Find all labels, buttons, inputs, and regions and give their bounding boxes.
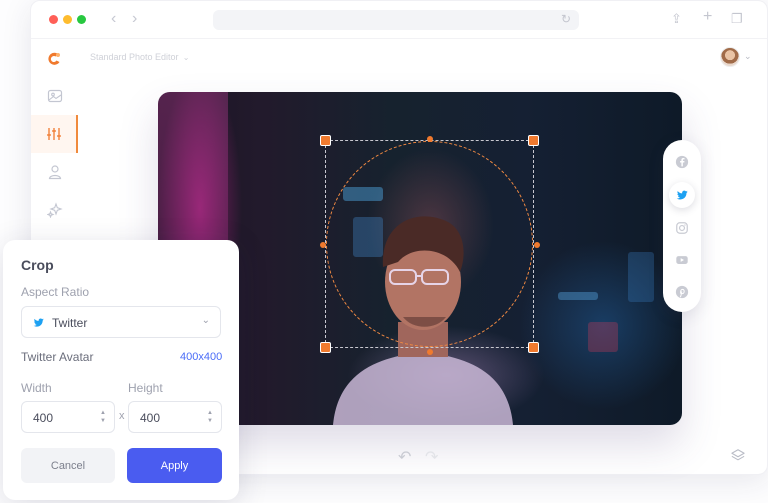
reload-icon[interactable]: ↻ [561, 12, 571, 26]
social-youtube-button[interactable] [669, 247, 695, 273]
cancel-button[interactable]: Cancel [21, 448, 115, 483]
editor-mode-dropdown[interactable]: Standard Photo Editor ⌄ [90, 52, 190, 62]
crop-handle-bottom[interactable] [427, 349, 433, 355]
maximize-window-button[interactable] [77, 15, 86, 24]
forward-arrow-icon[interactable]: › [132, 10, 137, 28]
stepper-arrows-icon[interactable]: ▲ ▼ [100, 409, 106, 425]
chevron-down-icon: ⌄ [180, 53, 190, 62]
crop-panel-title: Crop [21, 257, 54, 273]
minimize-window-button[interactable] [63, 15, 72, 24]
undo-icon[interactable]: ↶ [398, 447, 411, 467]
crop-selection[interactable] [325, 140, 534, 348]
bokeh-light [558, 292, 598, 300]
new-tab-icon[interactable]: + [703, 8, 712, 26]
redo-icon[interactable]: ↷ [425, 447, 438, 467]
app-logo-icon [48, 52, 60, 65]
youtube-icon [676, 256, 688, 264]
address-bar[interactable]: ↻ [213, 10, 579, 30]
sidebar-item-adjust[interactable] [31, 115, 78, 153]
width-label: Width [21, 381, 52, 395]
facebook-icon [675, 155, 689, 169]
apply-button[interactable]: Apply [127, 448, 222, 483]
width-value: 400 [33, 411, 54, 425]
avatar-chevron-icon[interactable]: ⌄ [744, 51, 752, 62]
preset-label: Twitter Avatar [21, 350, 94, 364]
social-facebook-button[interactable] [669, 149, 695, 175]
crop-handle-left[interactable] [320, 242, 326, 248]
social-instagram-button[interactable] [669, 215, 695, 241]
tabs-overview-icon[interactable]: ❐ [731, 11, 743, 27]
dimension-separator: x [119, 410, 125, 422]
instagram-icon [676, 222, 688, 234]
height-label: Height [128, 381, 163, 395]
height-value: 400 [140, 411, 161, 425]
sidebar [31, 39, 78, 259]
user-icon [48, 165, 61, 180]
twitter-icon [676, 190, 688, 200]
close-window-button[interactable] [49, 15, 58, 24]
layers-icon[interactable] [731, 448, 745, 462]
crop-panel: Crop Aspect Ratio Twitter ⌄ Twitter Avat… [3, 240, 239, 500]
editor-mode-label: Standard Photo Editor [90, 52, 179, 62]
share-icon[interactable]: ⇪ [671, 11, 682, 27]
crop-handle-right[interactable] [534, 242, 540, 248]
sidebar-item-effects[interactable] [31, 191, 78, 229]
pinterest-icon [675, 285, 689, 299]
width-input[interactable]: 400 ▲ ▼ [21, 401, 115, 433]
social-preset-bar [663, 140, 701, 312]
crop-handle-bottom-left[interactable] [320, 342, 331, 353]
aspect-ratio-label: Aspect Ratio [21, 285, 90, 299]
aspect-ratio-select[interactable]: Twitter ⌄ [21, 306, 221, 338]
aspect-ratio-value: Twitter [52, 316, 88, 330]
crop-handle-top-left[interactable] [320, 135, 331, 146]
chevron-down-icon: ⌄ [201, 315, 210, 326]
sparkle-icon [46, 202, 63, 218]
bokeh-light [588, 322, 618, 352]
avatar[interactable] [720, 47, 740, 67]
preset-size: 400x400 [180, 351, 223, 363]
crop-handle-top-right[interactable] [528, 135, 539, 146]
image-icon [47, 89, 62, 103]
back-arrow-icon[interactable]: ‹ [111, 10, 116, 28]
height-input[interactable]: 400 ▲ ▼ [128, 401, 222, 433]
sidebar-item-person[interactable] [31, 153, 78, 191]
stage: ‹ › ↻ ⇪ + ❐ Standard Photo Editor ⌄ ⌄ ↶ … [0, 0, 768, 503]
crop-handle-top[interactable] [427, 136, 433, 142]
stepper-arrows-icon[interactable]: ▲ ▼ [207, 409, 213, 425]
crop-handle-bottom-right[interactable] [528, 342, 539, 353]
sliders-icon [46, 128, 61, 140]
social-twitter-button[interactable] [669, 182, 695, 208]
title-bar: ‹ › ↻ ⇪ + ❐ [31, 1, 767, 39]
bokeh-light [628, 252, 654, 302]
social-pinterest-button[interactable] [669, 279, 695, 305]
crop-circle-guide [326, 141, 533, 347]
sidebar-item-image[interactable] [31, 77, 78, 115]
twitter-icon [33, 318, 44, 327]
